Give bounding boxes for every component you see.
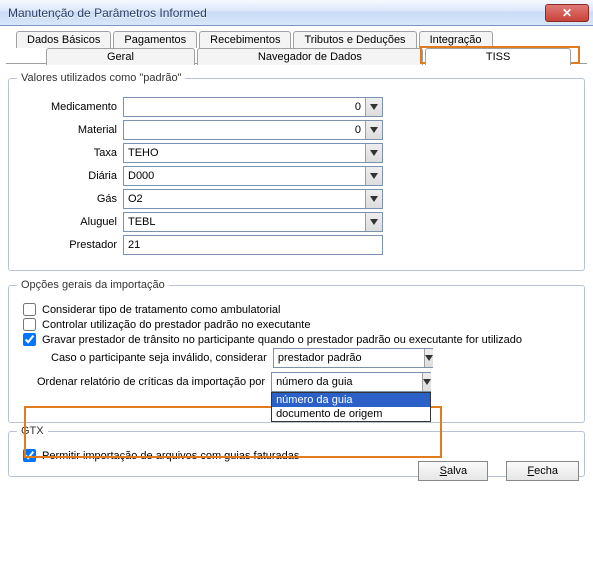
material-input[interactable] (124, 121, 365, 139)
material-label: Material (17, 124, 123, 136)
chevron-down-icon[interactable] (365, 167, 382, 185)
taxa-combo[interactable] (123, 143, 383, 163)
tab-recebimentos[interactable]: Recebimentos (199, 31, 291, 48)
group-gtx-legend: GTX (17, 425, 48, 437)
medicamento-input[interactable] (124, 98, 365, 116)
button-bar: Salva Fecha (418, 461, 579, 481)
tab-navegador[interactable]: Navegador de Dados (197, 48, 423, 65)
tab-geral[interactable]: Geral (46, 48, 195, 65)
group-valores-padrao-legend: Valores utilizados como "padrão" (17, 72, 185, 84)
gas-combo[interactable] (123, 189, 383, 209)
material-combo[interactable] (123, 120, 383, 140)
group-opcoes-legend: Opções gerais da importação (17, 279, 169, 291)
ordenar-option-documento-origem[interactable]: documento de origem (272, 407, 430, 421)
prestador-input[interactable] (123, 235, 383, 255)
close-icon[interactable]: ✕ (545, 4, 589, 22)
tab-integracao[interactable]: Integração (419, 31, 493, 48)
chk-gravar-transito[interactable] (23, 333, 36, 346)
aluguel-combo[interactable] (123, 212, 383, 232)
medicamento-combo[interactable] (123, 97, 383, 117)
tab-tributos[interactable]: Tributos e Deduções (293, 31, 416, 48)
chevron-down-icon[interactable] (424, 349, 433, 367)
diaria-input[interactable] (124, 167, 365, 185)
diaria-label: Diária (17, 170, 123, 182)
ordenar-label: Ordenar relatório de críticas da importa… (37, 376, 265, 388)
medicamento-label: Medicamento (17, 101, 123, 113)
aluguel-input[interactable] (124, 213, 365, 231)
gas-input[interactable] (124, 190, 365, 208)
ordenar-input[interactable] (272, 373, 422, 391)
invalido-label: Caso o participante seja inválido, consi… (51, 352, 267, 364)
chevron-down-icon[interactable] (365, 213, 382, 231)
ordenar-dropdown[interactable]: número da guia documento de origem (271, 392, 431, 422)
save-button[interactable]: Salva (418, 461, 488, 481)
tab-tiss[interactable]: TISS (425, 48, 571, 65)
chk-permitir-label: Permitir importação de arquivos com guia… (42, 450, 299, 462)
gas-label: Gás (17, 193, 123, 205)
ordenar-option-numero-guia[interactable]: número da guia (272, 393, 430, 407)
chevron-down-icon[interactable] (365, 190, 382, 208)
tab-pagamentos[interactable]: Pagamentos (113, 31, 197, 48)
chk-controlar-label: Controlar utilização do prestador padrão… (42, 319, 310, 331)
taxa-label: Taxa (17, 147, 123, 159)
chk-ambulatorial[interactable] (23, 303, 36, 316)
client-area: Dados Básicos Pagamentos Recebimentos Tr… (0, 26, 593, 491)
chevron-down-icon[interactable] (365, 121, 382, 139)
taxa-input[interactable] (124, 144, 365, 162)
group-valores-padrao: Valores utilizados como "padrão" Medicam… (8, 72, 585, 271)
close-button[interactable]: Fecha (506, 461, 579, 481)
titlebar: Manutenção de Parâmetros Informed ✕ (0, 0, 593, 26)
aluguel-label: Aluguel (17, 216, 123, 228)
diaria-combo[interactable] (123, 166, 383, 186)
invalido-combo[interactable] (273, 348, 433, 368)
tabs-row-1: Dados Básicos Pagamentos Recebimentos Tr… (6, 30, 587, 47)
chevron-down-icon[interactable] (365, 98, 382, 116)
group-opcoes-importacao: Opções gerais da importação Considerar t… (8, 279, 585, 423)
prestador-label: Prestador (17, 239, 123, 251)
tabs-row-2: Geral Navegador de Dados TISS (6, 47, 587, 64)
tab-dados-basicos[interactable]: Dados Básicos (16, 31, 111, 48)
window-title: Manutenção de Parâmetros Informed (8, 6, 545, 20)
chk-ambulatorial-label: Considerar tipo de tratamento como ambul… (42, 304, 280, 316)
chk-controlar-prestador[interactable] (23, 318, 36, 331)
chevron-down-icon[interactable] (365, 144, 382, 162)
chk-gravar-label: Gravar prestador de trânsito no particip… (42, 334, 522, 346)
chevron-down-icon[interactable] (422, 373, 431, 391)
chk-permitir-faturadas[interactable] (23, 449, 36, 462)
invalido-input[interactable] (274, 349, 424, 367)
ordenar-combo[interactable] (271, 372, 431, 392)
